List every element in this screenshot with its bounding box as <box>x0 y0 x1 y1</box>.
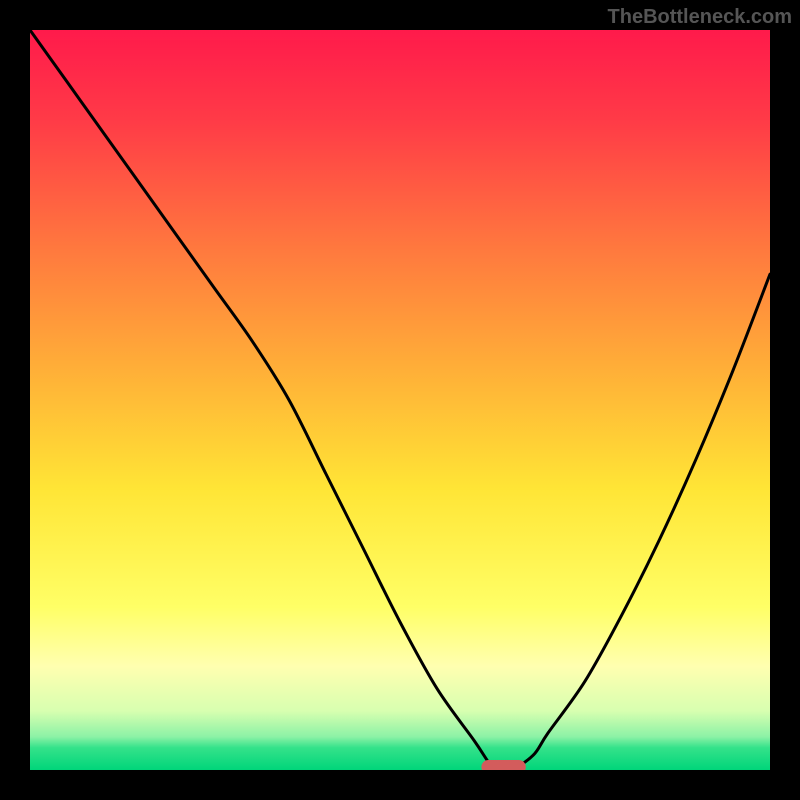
chart-frame: TheBottleneck.com <box>0 0 800 800</box>
optimal-marker <box>481 760 525 770</box>
heatmap-background <box>30 30 770 770</box>
attribution-label: TheBottleneck.com <box>608 6 792 29</box>
chart-svg <box>30 30 770 770</box>
plot-area <box>30 30 770 770</box>
